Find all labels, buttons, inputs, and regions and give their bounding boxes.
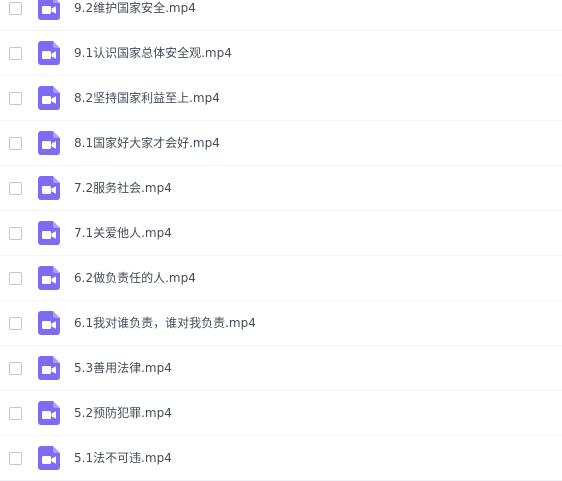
video-file-icon [38,221,60,245]
video-file-icon [38,266,60,290]
row-checkbox[interactable] [9,407,22,420]
file-row[interactable]: 5.2预防犯罪.mp4 [0,391,562,436]
file-name[interactable]: 8.2坚持国家利益至上.mp4 [74,90,220,106]
file-name[interactable]: 7.1关爱他人.mp4 [74,225,172,241]
video-file-icon [38,401,60,425]
row-checkbox[interactable] [9,362,22,375]
video-file-icon [38,176,60,200]
video-file-icon [38,86,60,110]
file-row[interactable]: 8.1国家好大家才会好.mp4 [0,121,562,166]
row-checkbox[interactable] [9,182,22,195]
file-name[interactable]: 5.1法不可违.mp4 [74,450,172,466]
file-row[interactable]: 8.2坚持国家利益至上.mp4 [0,76,562,121]
row-checkbox[interactable] [9,2,22,15]
video-file-icon [38,356,60,380]
video-file-icon [38,41,60,65]
file-row[interactable]: 9.1认识国家总体安全观.mp4 [0,31,562,76]
row-checkbox[interactable] [9,272,22,285]
row-checkbox[interactable] [9,317,22,330]
file-name[interactable]: 5.2预防犯罪.mp4 [74,405,172,421]
row-checkbox[interactable] [9,227,22,240]
file-name[interactable]: 7.2服务社会.mp4 [74,180,172,196]
file-name[interactable]: 8.1国家好大家才会好.mp4 [74,135,220,151]
video-file-icon [38,311,60,335]
file-name[interactable]: 6.2做负责任的人.mp4 [74,270,196,286]
file-name[interactable]: 6.1我对谁负责，谁对我负责.mp4 [74,315,256,331]
video-file-icon [38,0,60,20]
video-file-icon [38,446,60,470]
file-row[interactable]: 6.1我对谁负责，谁对我负责.mp4 [0,301,562,346]
file-row[interactable]: 5.1法不可违.mp4 [0,436,562,481]
file-row[interactable]: 9.2维护国家安全.mp4 [0,0,562,31]
file-row[interactable]: 7.2服务社会.mp4 [0,166,562,211]
file-row[interactable]: 6.2做负责任的人.mp4 [0,256,562,301]
file-row[interactable]: 7.1关爱他人.mp4 [0,211,562,256]
row-checkbox[interactable] [9,137,22,150]
file-name[interactable]: 5.3善用法律.mp4 [74,360,172,376]
file-row[interactable]: 5.3善用法律.mp4 [0,346,562,391]
row-checkbox[interactable] [9,452,22,465]
file-name[interactable]: 9.1认识国家总体安全观.mp4 [74,45,232,61]
row-checkbox[interactable] [9,92,22,105]
file-list: 9.2维护国家安全.mp4 9.1认识国家总体安全观.mp4 8.2坚持国家利益… [0,0,562,481]
file-name[interactable]: 9.2维护国家安全.mp4 [74,0,196,16]
row-checkbox[interactable] [9,47,22,60]
video-file-icon [38,131,60,155]
